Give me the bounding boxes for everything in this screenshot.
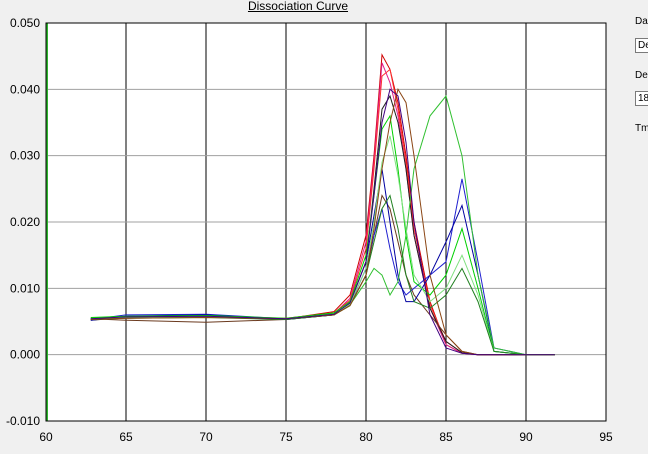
x-tick-label: 90 xyxy=(519,430,533,444)
side-label-1: Da xyxy=(635,16,648,27)
y-tick-label: 0.000 xyxy=(10,348,40,362)
side-label-3: Tm xyxy=(635,123,648,134)
x-tick-label: 70 xyxy=(199,430,213,444)
dissociation-chart: 60 65 70 75 80 85 90 95 0.050 0.040 0.030 0.020 0.01… xyxy=(6,16,613,444)
side-label-2: De xyxy=(635,70,648,81)
side-field-2[interactable]: 18 xyxy=(635,91,648,106)
x-tick-label: 85 xyxy=(439,430,453,444)
y-tick-label: 0.010 xyxy=(10,281,40,295)
x-tick-label: 65 xyxy=(119,430,133,444)
y-tick-label: 0.050 xyxy=(10,16,40,30)
y-tick-label: 0.030 xyxy=(10,149,40,163)
x-tick-label: 75 xyxy=(279,430,293,444)
x-tick-label: 80 xyxy=(359,430,373,444)
x-tick-label: 60 xyxy=(39,430,53,444)
y-tick-label: 0.040 xyxy=(10,82,40,96)
side-field-1[interactable]: De xyxy=(635,38,648,53)
y-tick-label: 0.020 xyxy=(10,215,40,229)
y-tick-label: -0.010 xyxy=(6,414,40,428)
x-tick-label: 95 xyxy=(599,430,613,444)
